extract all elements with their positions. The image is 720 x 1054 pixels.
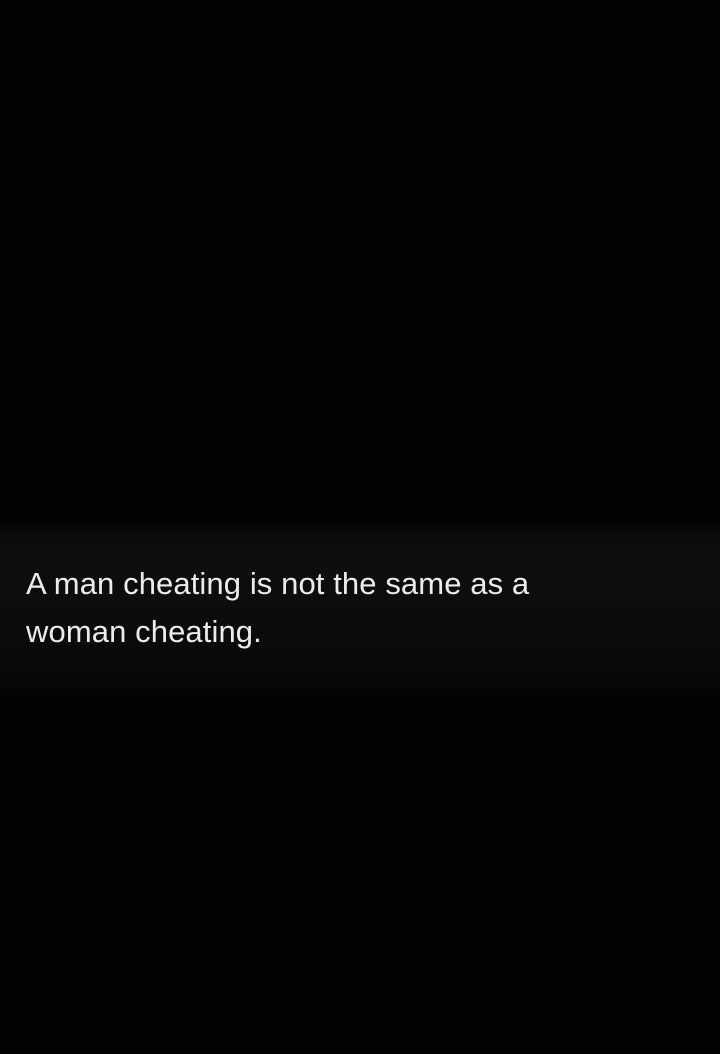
post-text-line-1: A man cheating is not the same as a (26, 566, 530, 601)
post-text: A man cheating is not the same as a woma… (26, 560, 706, 656)
post-text-line-2: woman cheating. (26, 614, 262, 649)
screenshot-canvas: A man cheating is not the same as a woma… (0, 0, 720, 1054)
